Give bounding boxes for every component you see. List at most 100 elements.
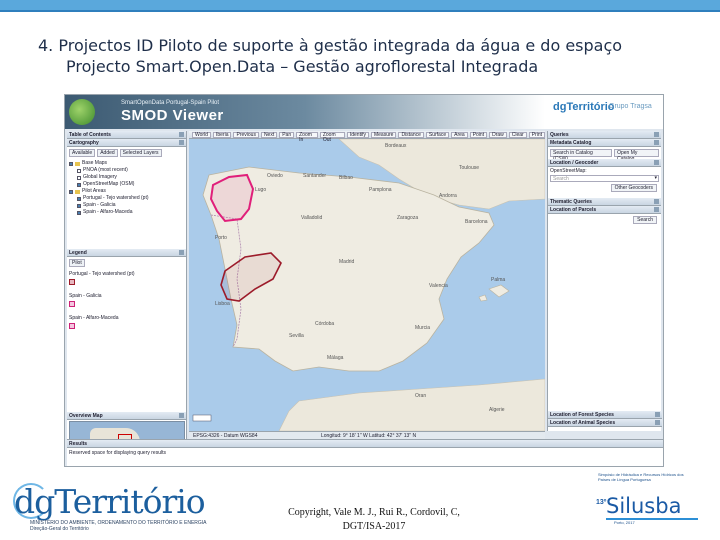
animal-species-header[interactable]: Location of Animal Species [548, 419, 662, 427]
map-label: Valladolid [301, 215, 323, 221]
map-label: Lugo [255, 187, 266, 193]
legend-swatch [69, 323, 75, 329]
checkbox[interactable] [77, 175, 81, 180]
tool-zoom-out[interactable]: Zoom Out [319, 132, 345, 143]
checkbox[interactable] [77, 210, 81, 215]
tool-point[interactable]: Point [469, 132, 488, 138]
cartography-header[interactable]: Cartography [67, 139, 186, 147]
silusba-logo: Simpósio de Hidráulica e Recursos Hídric… [590, 472, 715, 534]
open-catalog-button[interactable]: Open My Catalog [614, 149, 659, 162]
tool-surface[interactable]: Surface [425, 132, 450, 138]
overview-header[interactable]: Overview Map [67, 412, 186, 420]
collapse-icon[interactable] [654, 160, 659, 165]
collapse-icon[interactable] [179, 413, 184, 418]
map-label: Málaga [327, 355, 344, 361]
layer-tree: Base Maps PNOA (most recent) Global Imag… [67, 159, 186, 217]
tool-world[interactable]: World [192, 132, 211, 138]
tool-zoom-in[interactable]: Zoom In [296, 132, 318, 143]
toc-header[interactable]: Table of Contents [67, 131, 186, 139]
legend-item: Spain - Alfaro-Maceda [67, 313, 186, 335]
thematic-header[interactable]: Thematic Queries [548, 198, 661, 206]
search-catalog-button[interactable]: Search in Catalog (CSW) [550, 149, 613, 162]
layer-folder-pilot[interactable]: Pilot Areas [69, 188, 184, 195]
legend-item: Spain - Galicia [67, 291, 186, 313]
checkbox[interactable] [77, 203, 81, 208]
partner-logo-dgt: dgTerritório [553, 101, 615, 113]
collapse-icon[interactable] [654, 132, 659, 137]
tool-distance[interactable]: Distance [398, 132, 424, 138]
slide-title-line1: 4. Projectos ID Piloto de suporte à gest… [38, 36, 623, 55]
tab-selected-layers[interactable]: Selected Layers [119, 149, 162, 157]
layer-item[interactable]: OpenStreetMap (OSM) [69, 181, 184, 188]
partner-logo-tragsa: Grupo Tragsa [609, 103, 652, 110]
collapse-icon[interactable] [654, 140, 659, 145]
collapse-icon[interactable] [179, 250, 184, 255]
tab-added[interactable]: Added [97, 149, 118, 157]
legend-swatch [69, 301, 75, 307]
osm-label: OpenStreetMap: [550, 168, 587, 174]
layer-item[interactable]: Portugal - Tejo watershed (pt) [69, 195, 184, 202]
queries-header[interactable]: Queries [548, 131, 661, 139]
forest-species-header[interactable]: Location of Forest Species [548, 411, 662, 419]
location-header[interactable]: Location / Geocoder [548, 159, 661, 167]
legend-header[interactable]: Legend [67, 249, 186, 257]
parcels-header[interactable]: Location of Parcels [548, 206, 661, 214]
tool-measure[interactable]: Measure [370, 132, 397, 138]
checkbox[interactable] [69, 189, 73, 194]
cartography-tabs: Available Added Selected Layers [67, 147, 186, 159]
legend-tab[interactable]: Pilot [69, 259, 85, 267]
other-geocoders-button[interactable]: Other Geocoders [610, 184, 657, 192]
map-label: Córdoba [315, 321, 334, 327]
dgt-logo: dgTerritório [14, 482, 206, 521]
tool-previous[interactable]: Previous [233, 132, 259, 138]
map-label: Andorra [439, 193, 457, 199]
results-panel: Results Reserved space for displaying qu… [67, 439, 663, 466]
silusba-edition: 13º [596, 499, 607, 506]
layer-item[interactable]: Spain - Alfaro-Maceda [69, 209, 184, 216]
expand-icon[interactable] [655, 412, 660, 417]
map-label: Barcelona [465, 219, 488, 225]
layer-folder-basemaps[interactable]: Base Maps [69, 160, 184, 167]
tool-area[interactable]: Area [451, 132, 468, 138]
tool-print[interactable]: Print [528, 132, 545, 138]
tab-available[interactable]: Available [69, 149, 96, 157]
silusba-location: Porto, 2017 [614, 520, 635, 525]
checkbox[interactable] [69, 161, 73, 166]
checkbox[interactable] [77, 196, 81, 201]
collapse-icon[interactable] [654, 207, 659, 212]
map-label: Porto [215, 235, 227, 241]
tool-iberia[interactable]: Iberia [212, 132, 232, 138]
layer-item[interactable]: Global Imagery [69, 174, 184, 181]
legend-item: Portugal - Tejo watershed (pt) [67, 269, 186, 291]
silusba-subtitle: Simpósio de Hidráulica e Recursos Hídric… [598, 472, 684, 482]
legend-panel: Legend Pilot Portugal - Tejo watershed (… [67, 249, 186, 335]
expand-icon[interactable] [655, 420, 660, 425]
tool-draw[interactable]: Draw [489, 132, 507, 138]
map-label: Oran [415, 393, 426, 399]
map-label: Santander [303, 173, 326, 179]
collapse-icon[interactable] [179, 132, 184, 137]
metadata-header[interactable]: Metadata Catalog [548, 139, 661, 147]
iberia-map[interactable]: Santander Bilbao Oviedo Lugo Pamplona Za… [189, 139, 545, 431]
geocoder-search-input[interactable]: Search [550, 175, 659, 182]
folder-icon [75, 189, 80, 194]
collapse-icon[interactable] [179, 140, 184, 145]
collapse-icon[interactable] [654, 199, 659, 204]
layer-item[interactable]: Spain - Galicia [69, 202, 184, 209]
right-panel: Queries Metadata Catalog Search in Catal… [547, 131, 662, 431]
tool-identify[interactable]: Identify [346, 132, 369, 138]
tool-clear[interactable]: Clear [508, 132, 527, 138]
tool-pan[interactable]: Pan [279, 132, 295, 138]
copyright-text: Copyright, Vale M. J., Rui R., Cordovil,… [288, 507, 460, 532]
results-header[interactable]: Results [67, 440, 663, 448]
checkbox[interactable] [77, 182, 81, 187]
map-label: Palma [491, 277, 505, 283]
africa-land [278, 378, 545, 431]
checkbox[interactable] [77, 168, 81, 173]
map-label: Sevilla [289, 333, 304, 339]
layer-item[interactable]: PNOA (most recent) [69, 167, 184, 174]
tool-next[interactable]: Next [260, 132, 278, 138]
map-panel[interactable]: World Iberia Previous Next Pan Zoom In Z… [189, 131, 545, 431]
smod-viewer-screenshot: SmartOpenData Portugal-Spain Pilot SMOD … [64, 94, 664, 467]
parcels-search-button[interactable]: Search [633, 216, 657, 224]
